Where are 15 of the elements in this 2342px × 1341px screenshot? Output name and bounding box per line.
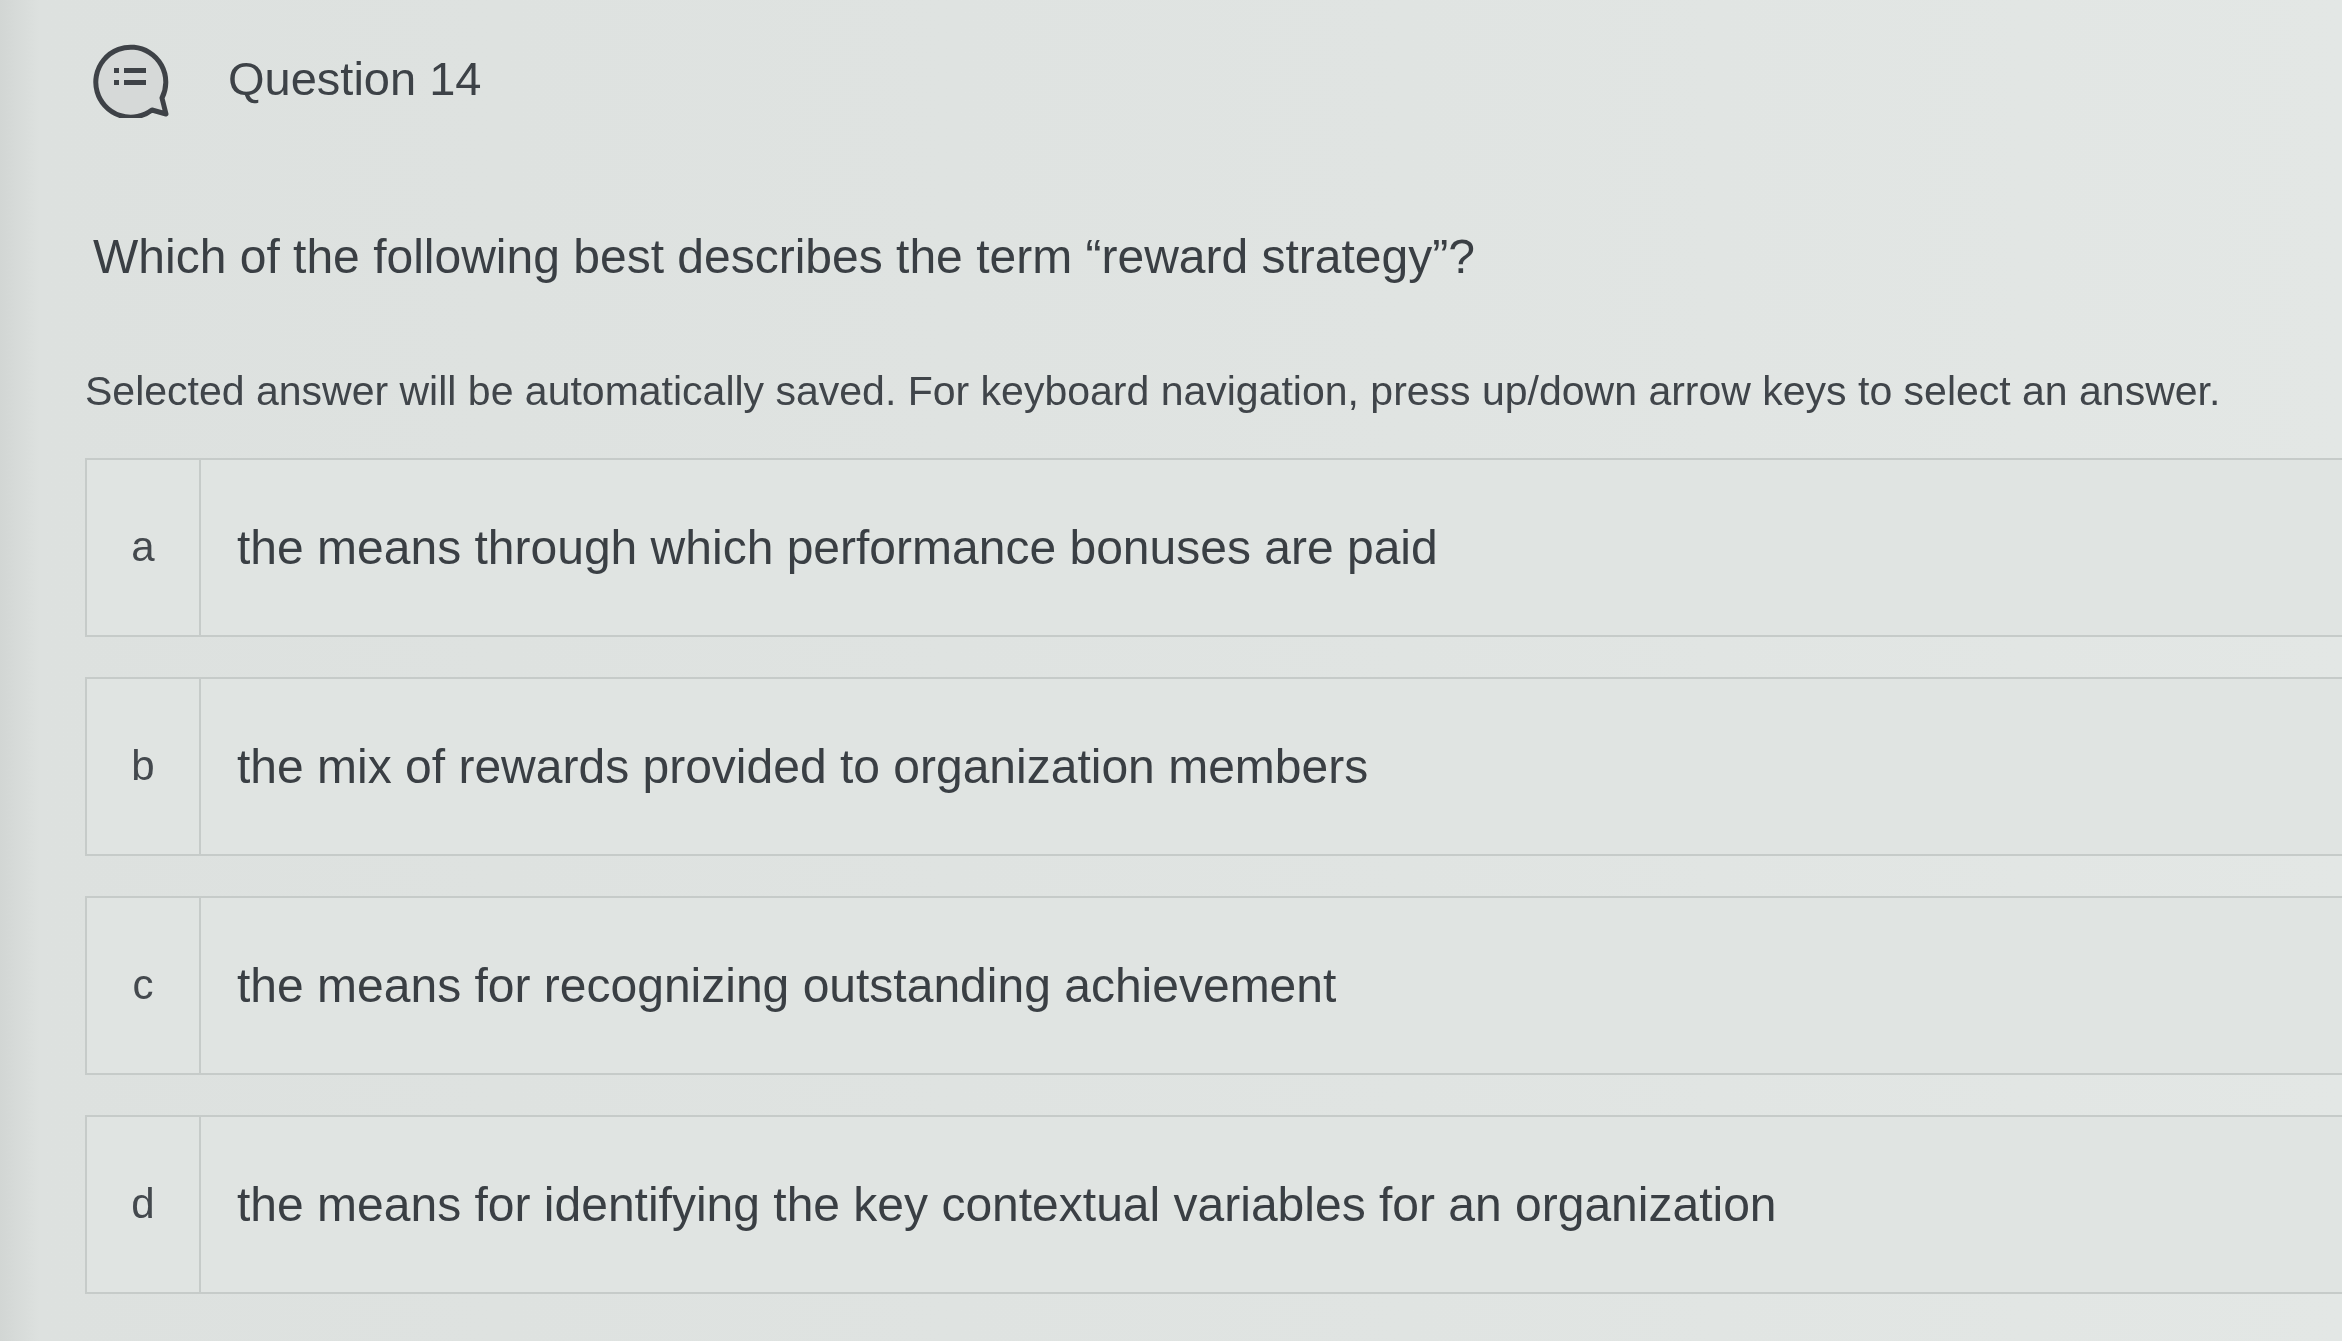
answer-option[interactable]: b the mix of rewards provided to organization members — [85, 676, 2342, 856]
option-text: the means for identifying the key contextual variables for an organization — [236, 1176, 1777, 1233]
option-letter: a — [87, 459, 201, 635]
option-letter: d — [87, 1116, 201, 1292]
question-text: Which of the following best describes the term “reward strategy”? — [92, 229, 1476, 285]
option-letter: b — [87, 678, 201, 854]
option-letter: c — [87, 897, 201, 1073]
question-title: Question 14 — [228, 50, 482, 107]
option-text: the means through which performance bonuses are paid — [236, 519, 1438, 576]
answer-option[interactable]: c the means for recognizing outstanding achievement — [85, 895, 2342, 1075]
instructions-text: Selected answer will be automatically saved. For keyboard navigation, press up/down arrow keys to select an answer. — [85, 366, 2222, 416]
option-text: the means for recognizing outstanding achievement — [236, 957, 1337, 1014]
answer-option[interactable]: d the means for identifying the key contextual variables for an organization — [85, 1114, 2342, 1294]
option-text: the mix of rewards provided to organization members — [236, 738, 1369, 795]
answer-option[interactable]: a the means through which performance bonuses are paid — [85, 457, 2342, 637]
